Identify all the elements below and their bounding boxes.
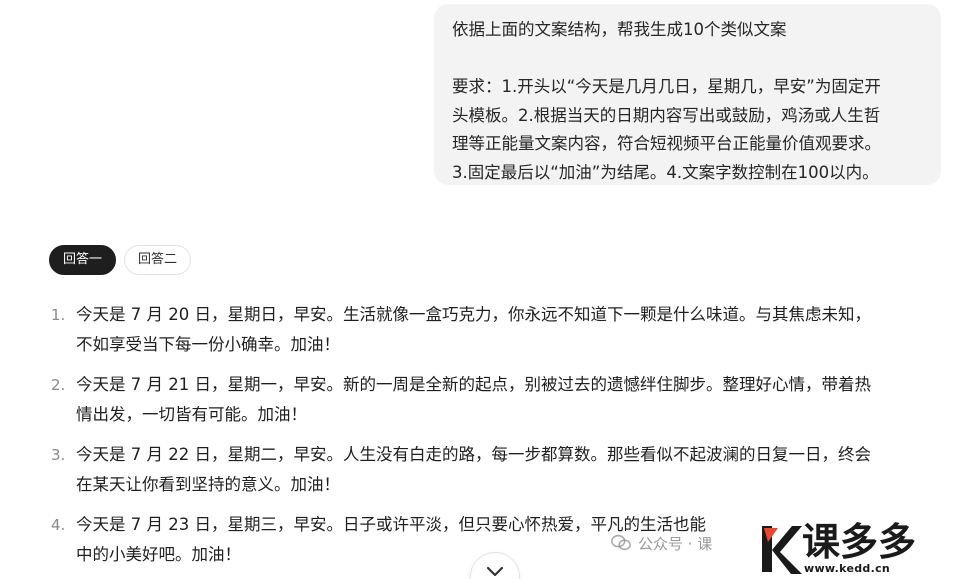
list-item-text: 今天是 7 月 21 日，星期一，早安。新的一周是全新的起点，别被过去的遗憾绊住… xyxy=(76,375,871,394)
answer-tabs: 回答一 回答二 xyxy=(49,245,192,275)
user-message-line: 3.固定最后以“加油”为结尾。4.文案字数控制在100以内。 xyxy=(452,162,879,182)
list-item: 2. 今天是 7 月 21 日，星期一，早安。新的一周是全新的起点，别被过去的遗… xyxy=(49,370,944,430)
brand-name: 课多多 xyxy=(802,520,917,564)
list-item-text: 情出发，一切皆有可能。加油！ xyxy=(76,405,307,424)
brand-url: www.kedd.cn xyxy=(804,562,891,575)
watermark-text: 公众号 · 课 xyxy=(638,534,713,553)
list-item: 1. 今天是 7 月 20 日，星期日，早安。生活就像一盒巧克力，你永远不知道下… xyxy=(49,300,944,360)
list-item-number: 2. xyxy=(51,376,66,394)
chevron-down-icon xyxy=(486,566,504,577)
user-message-line: 理等正能量文案内容，符合短视频平台正能量价值观要求。 xyxy=(452,134,881,153)
user-message-line: 头模板。2.根据当天的日期内容写出或鼓励，鸡汤或人生哲 xyxy=(452,105,881,125)
list-item: 3. 今天是 7 月 22 日，星期二，早安。人生没有白走的路，每一步都算数。那… xyxy=(49,440,944,500)
k-logo-icon xyxy=(762,526,802,574)
user-message-line: 依据上面的文案结构，帮我生成10个类似文案 xyxy=(452,20,787,39)
user-message-bubble: 依据上面的文案结构，帮我生成10个类似文案 要求：1.开头以“今天是几月几日，星… xyxy=(434,4,941,185)
wechat-watermark: 公众号 · 课 xyxy=(610,532,712,554)
list-item-text: 不如享受当下每一份小确幸。加油！ xyxy=(76,335,340,354)
list-item-text: 今天是 7 月 22 日，星期二，早安。人生没有白走的路，每一步都算数。那些看似… xyxy=(76,445,871,464)
list-item-text: 今天是 7 月 20 日，星期日，早安。生活就像一盒巧克力，你永远不知道下一颗是… xyxy=(76,305,871,324)
tab-answer-two[interactable]: 回答二 xyxy=(124,245,192,275)
list-item-number: 3. xyxy=(51,446,66,464)
list-item-number: 1. xyxy=(51,306,66,324)
tab-answer-one[interactable]: 回答一 xyxy=(49,245,117,275)
user-message-line: 要求：1.开头以“今天是几月几日，星期几，早安”为固定开 xyxy=(452,77,881,96)
wechat-icon xyxy=(611,534,631,551)
list-item-number: 4. xyxy=(51,516,66,534)
brand-logo: 课多多 www.kedd.cn xyxy=(758,520,954,579)
chat-page: 依据上面的文案结构，帮我生成10个类似文案 要求：1.开头以“今天是几月几日，星… xyxy=(0,0,954,579)
list-item-text: 在某天让你看到坚持的意义。加油！ xyxy=(76,475,340,494)
